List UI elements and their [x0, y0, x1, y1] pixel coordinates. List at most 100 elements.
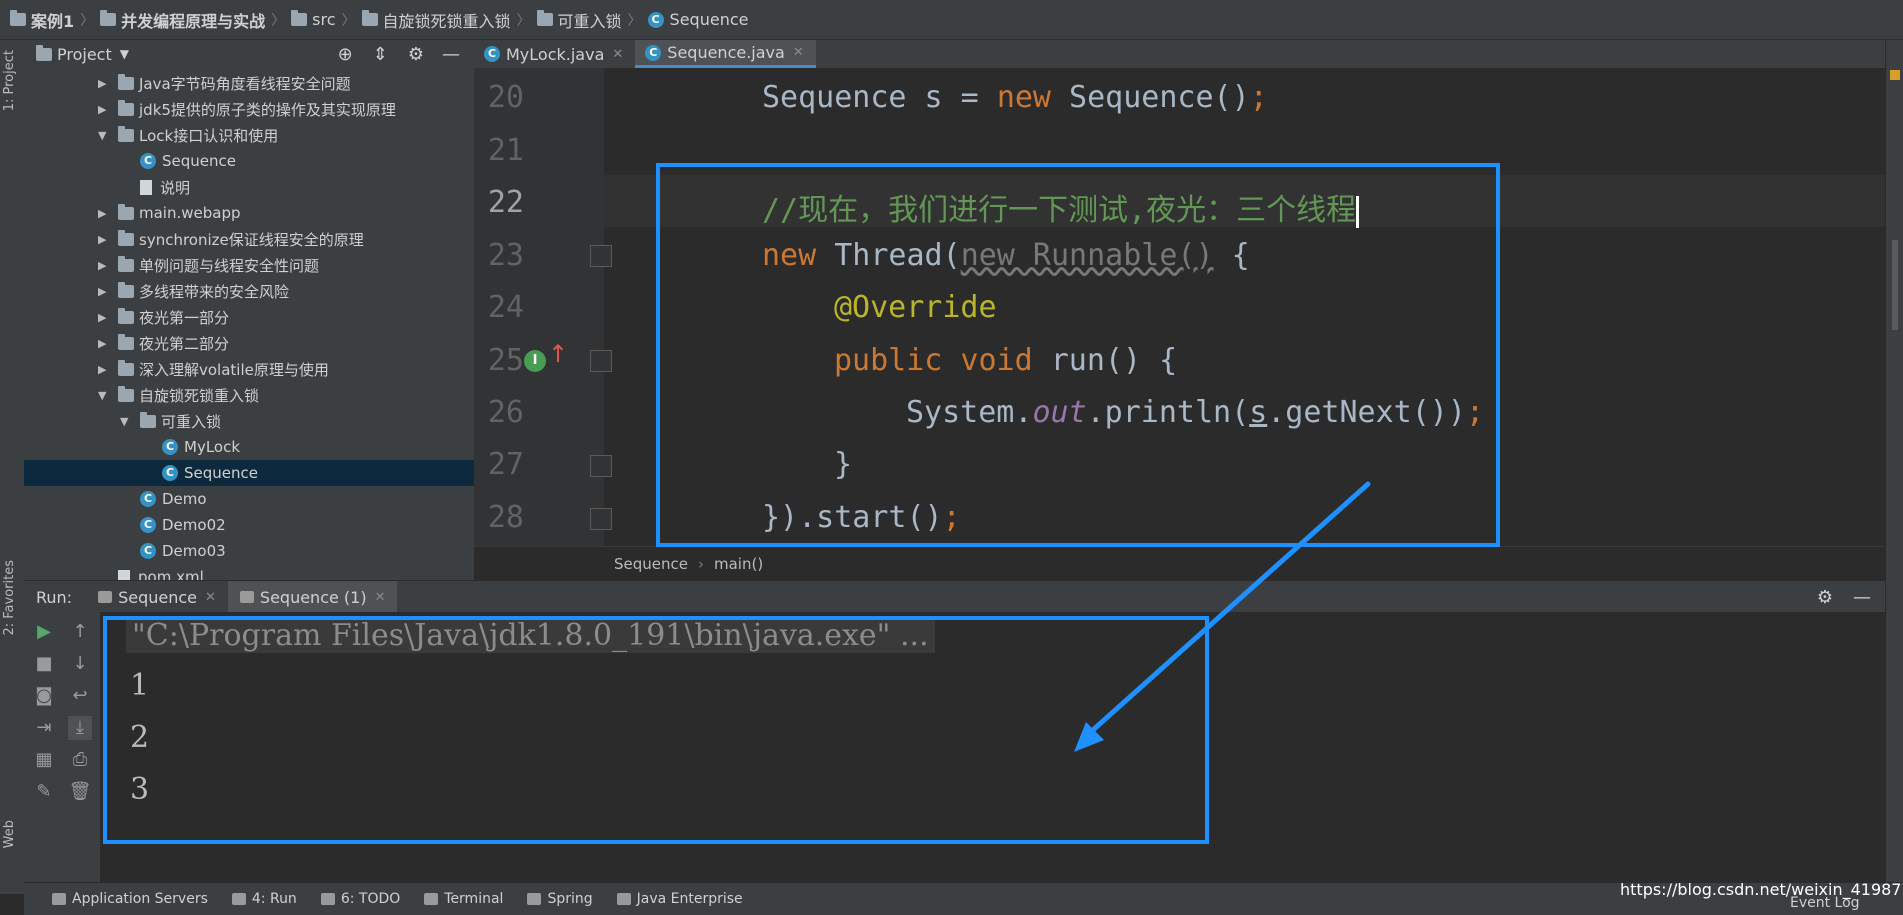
- folder-icon: [100, 10, 117, 26]
- scroll-to-end-icon[interactable]: ⤓: [68, 716, 92, 740]
- breadcrumb-item-src[interactable]: src 〉: [291, 10, 361, 30]
- tab-java-enterprise[interactable]: Java Enterprise: [605, 891, 755, 907]
- fold-marker-icon[interactable]: [590, 350, 612, 372]
- trash-icon[interactable]: 🗑: [68, 780, 92, 804]
- tree-item[interactable]: ▶ 深入理解volatile原理与使用: [24, 356, 474, 382]
- gear-icon[interactable]: ⚙: [408, 44, 424, 65]
- tab-terminal[interactable]: Terminal: [412, 891, 515, 907]
- chevron-right-icon: ›: [698, 554, 704, 573]
- breadcrumb-item-package[interactable]: 自旋锁死锁重入锁〉: [361, 8, 537, 32]
- breadcrumb-item-class[interactable]: C Sequence: [647, 10, 748, 29]
- tree-item[interactable]: C Demo03: [24, 538, 474, 564]
- web-tool-button[interactable]: Web: [2, 820, 17, 848]
- code-breadcrumb-method[interactable]: main(): [714, 555, 763, 573]
- exit-icon[interactable]: ⇥: [32, 716, 56, 740]
- tab-spring[interactable]: Spring: [515, 891, 604, 907]
- tree-item[interactable]: ▼ Lock接口认识和使用: [24, 122, 474, 148]
- chevron-down-icon[interactable]: ▼: [120, 415, 134, 428]
- run-tab-sequence[interactable]: Sequence ✕: [86, 581, 228, 613]
- layout-icon[interactable]: ▦: [32, 748, 56, 772]
- run-config-icon: [239, 591, 254, 603]
- tree-item[interactable]: ▼ 自旋锁死锁重入锁: [24, 382, 474, 408]
- chevron-right-icon[interactable]: ▶: [98, 363, 112, 376]
- print-icon[interactable]: ⎙: [68, 748, 92, 772]
- camera-icon[interactable]: ◙: [32, 684, 56, 708]
- tree-item-label: 深入理解volatile原理与使用: [139, 360, 329, 379]
- breadcrumb-item-module[interactable]: 并发编程原理与实战〉: [100, 8, 291, 32]
- line-number: 24: [487, 290, 524, 325]
- line-number: 27: [487, 447, 524, 482]
- chevron-down-icon[interactable]: ▼: [98, 389, 112, 402]
- tab-application-servers[interactable]: Application Servers: [40, 891, 220, 907]
- tree-item[interactable]: ▶ main.webapp: [24, 200, 474, 226]
- close-icon[interactable]: ✕: [375, 590, 386, 605]
- tree-item[interactable]: C Sequence: [24, 148, 474, 174]
- hide-panel-icon[interactable]: —: [1853, 587, 1871, 608]
- gear-icon[interactable]: ⚙: [1817, 587, 1833, 608]
- breadcrumb-item-project[interactable]: 案例1 〉: [10, 8, 100, 32]
- close-icon[interactable]: ✕: [612, 47, 623, 62]
- fold-marker-icon[interactable]: [590, 245, 612, 267]
- tree-item[interactable]: ▶ Java字节码角度看线程安全问题: [24, 70, 474, 96]
- chevron-down-icon[interactable]: ▼: [98, 129, 112, 142]
- pin-icon[interactable]: ✎: [32, 780, 56, 804]
- class-icon: C: [140, 153, 156, 169]
- tab-todo[interactable]: 6: TODO: [309, 891, 412, 907]
- arrow-down-icon[interactable]: ↓: [68, 652, 92, 676]
- breadcrumb-item-subpackage[interactable]: 可重入锁〉: [536, 8, 648, 32]
- class-icon: C: [162, 439, 178, 455]
- stop-icon[interactable]: ■: [32, 652, 56, 676]
- tree-item[interactable]: 说明: [24, 174, 474, 200]
- left-tool-strip: 1: Project 2: Favorites Web: [0, 40, 25, 894]
- tree-item[interactable]: ▶ 单例问题与线程安全性问题: [24, 252, 474, 278]
- locate-icon[interactable]: ⊕: [338, 44, 353, 65]
- rerun-icon[interactable]: ▶: [32, 620, 56, 644]
- collapse-all-icon[interactable]: ⇕: [373, 44, 388, 65]
- tree-item[interactable]: C Sequence: [24, 460, 474, 486]
- tree-item[interactable]: C MyLock: [24, 434, 474, 460]
- run-tab-sequence-1[interactable]: Sequence (1) ✕: [227, 581, 398, 613]
- tree-item[interactable]: C Demo02: [24, 512, 474, 538]
- folder-icon: [118, 333, 134, 350]
- chevron-right-icon[interactable]: ▶: [98, 207, 112, 220]
- tree-item[interactable]: ▶ synchronize保证线程安全的原理: [24, 226, 474, 252]
- arrow-up-icon[interactable]: ↑: [68, 620, 92, 644]
- tree-item[interactable]: ▶ 夜光第一部分: [24, 304, 474, 330]
- tab-run[interactable]: 4: Run: [220, 891, 309, 907]
- warning-marker-icon[interactable]: [1890, 70, 1900, 80]
- fold-marker-icon[interactable]: [590, 508, 612, 530]
- chevron-right-icon[interactable]: ▶: [98, 103, 112, 116]
- chevron-right-icon[interactable]: ▶: [98, 285, 112, 298]
- project-tool-button[interactable]: 1: Project: [2, 50, 17, 111]
- tab-sequence[interactable]: C Sequence.java ✕: [635, 40, 816, 68]
- tree-item[interactable]: ▼ 可重入锁: [24, 408, 474, 434]
- tree-item-label: 夜光第二部分: [139, 334, 230, 353]
- tab-mylock[interactable]: C MyLock.java ✕: [474, 40, 635, 68]
- code-breadcrumb-class[interactable]: Sequence: [614, 555, 688, 573]
- server-icon: [52, 893, 66, 905]
- folder-icon: [118, 307, 134, 324]
- close-icon[interactable]: ✕: [793, 45, 804, 60]
- run-toolbar: ▶ ↑ ■ ↓ ◙ ↩ ⇥ ⤓ ▦ ⎙ ✎ 🗑: [24, 612, 100, 882]
- hide-panel-icon[interactable]: —: [442, 44, 460, 65]
- chevron-right-icon[interactable]: ▶: [98, 233, 112, 246]
- project-view-selector[interactable]: Project: [57, 45, 112, 64]
- chevron-down-icon[interactable]: ▼: [120, 47, 129, 61]
- folder-icon: [291, 10, 308, 26]
- tree-item[interactable]: ▶ jdk5提供的原子类的操作及其实现原理: [24, 96, 474, 122]
- override-arrow-icon[interactable]: ↑: [548, 340, 568, 368]
- close-icon[interactable]: ✕: [205, 590, 216, 605]
- editor-scrollbar[interactable]: [1892, 240, 1898, 330]
- tree-item[interactable]: C Demo: [24, 486, 474, 512]
- soft-wrap-icon[interactable]: ↩: [68, 684, 92, 708]
- chevron-right-icon[interactable]: ▶: [98, 311, 112, 324]
- implements-method-icon[interactable]: I: [524, 350, 546, 372]
- chevron-right-icon[interactable]: ▶: [98, 337, 112, 350]
- chevron-right-icon[interactable]: ▶: [98, 77, 112, 90]
- tree-item[interactable]: pom.xml: [24, 564, 474, 580]
- favorites-tool-button[interactable]: 2: Favorites: [2, 560, 17, 636]
- tree-item[interactable]: ▶ 多线程带来的安全风险: [24, 278, 474, 304]
- tree-item[interactable]: ▶ 夜光第二部分: [24, 330, 474, 356]
- fold-marker-icon[interactable]: [590, 455, 612, 477]
- chevron-right-icon[interactable]: ▶: [98, 259, 112, 272]
